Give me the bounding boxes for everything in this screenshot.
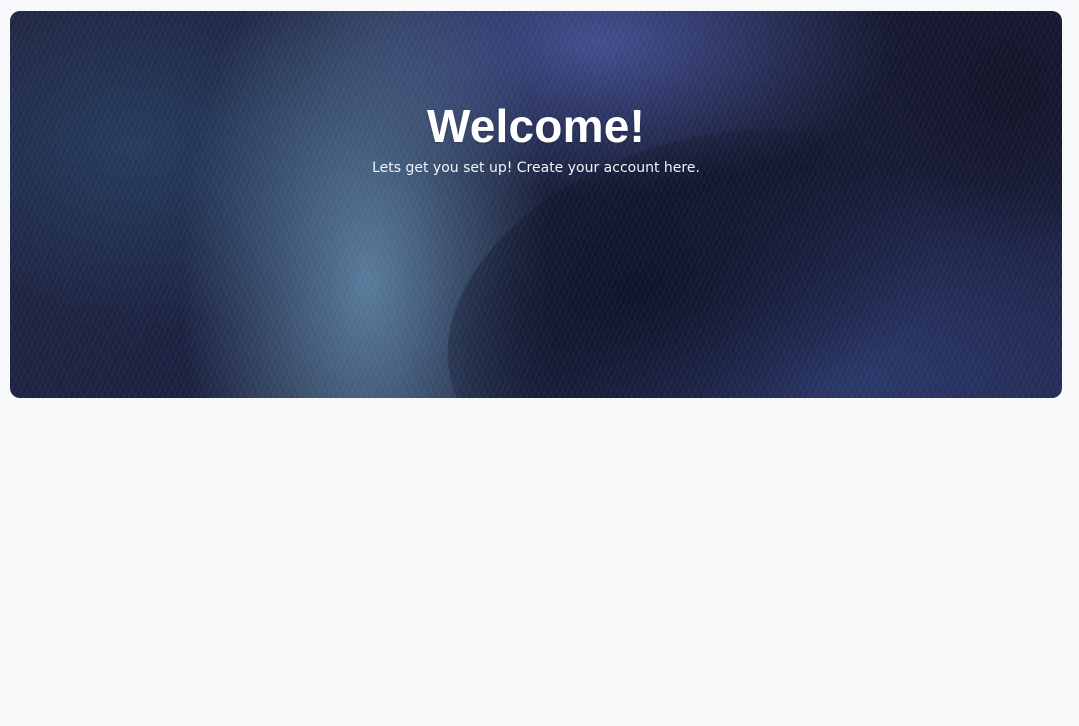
banner-content: Welcome! Lets get you set up! Create you… xyxy=(10,11,1062,177)
welcome-banner: Welcome! Lets get you set up! Create you… xyxy=(10,11,1062,398)
page-subtitle: Lets get you set up! Create your account… xyxy=(372,160,700,176)
page-title: Welcome! xyxy=(426,100,646,152)
